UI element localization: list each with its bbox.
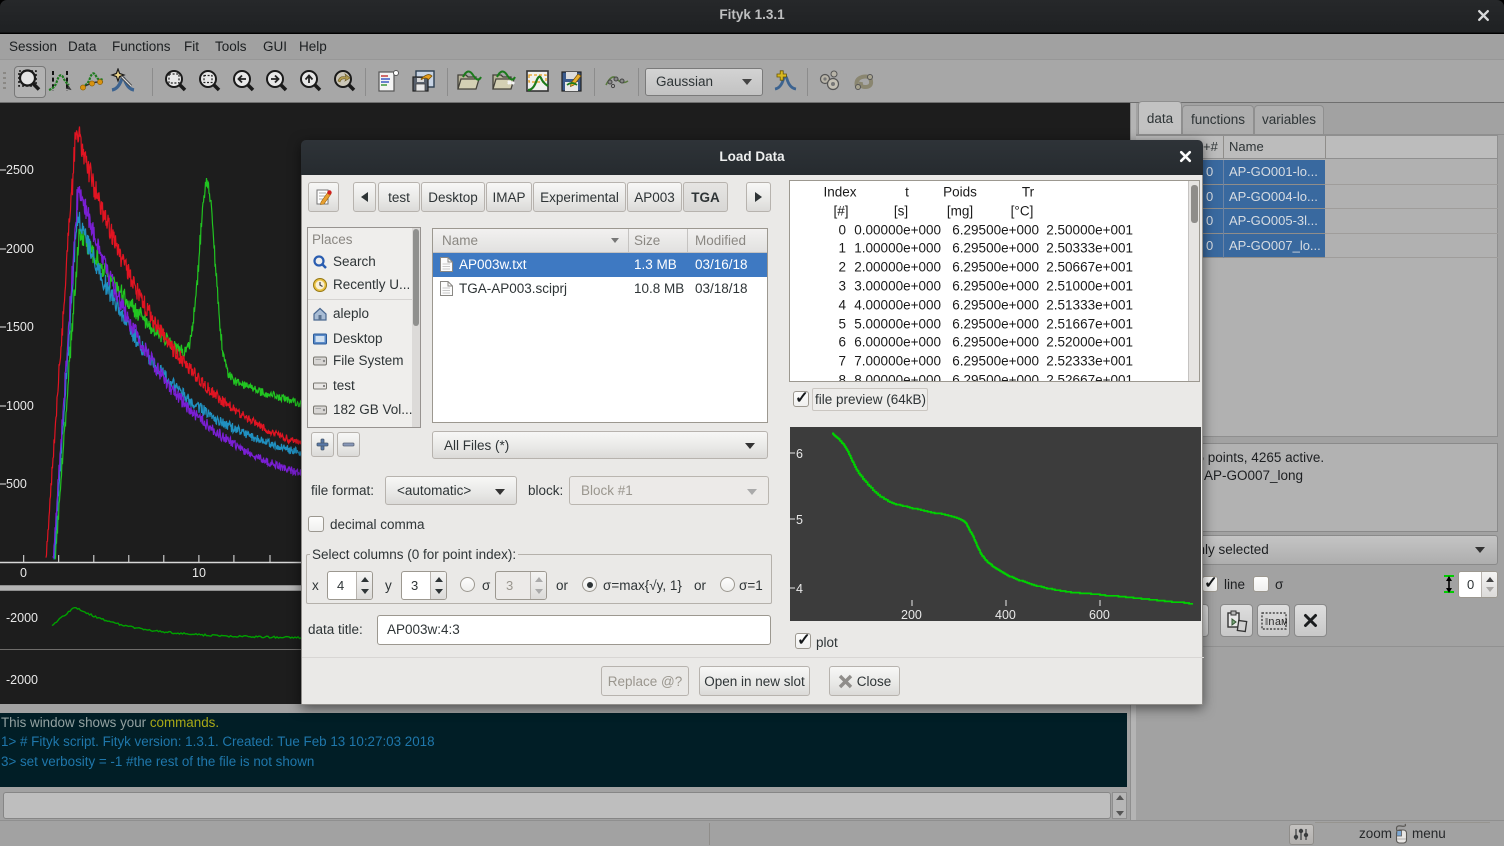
- svg-text:6: 6: [796, 447, 803, 461]
- svg-text:2500: 2500: [6, 163, 34, 177]
- svg-text:‖naм: ‖naм: [1265, 617, 1287, 629]
- svg-text:400: 400: [995, 608, 1016, 621]
- svg-text:2000: 2000: [6, 242, 34, 256]
- svg-text:1500: 1500: [6, 320, 34, 334]
- svg-text:200: 200: [901, 608, 922, 621]
- svg-text:0: 0: [20, 566, 27, 580]
- svg-text:10: 10: [192, 566, 206, 580]
- svg-text:4: 4: [796, 582, 803, 596]
- svg-text:1000: 1000: [6, 399, 34, 413]
- svg-text:600: 600: [1089, 608, 1110, 621]
- svg-text:5: 5: [796, 513, 803, 527]
- svg-text:500: 500: [6, 477, 27, 491]
- svg-text:-2000: -2000: [6, 611, 38, 625]
